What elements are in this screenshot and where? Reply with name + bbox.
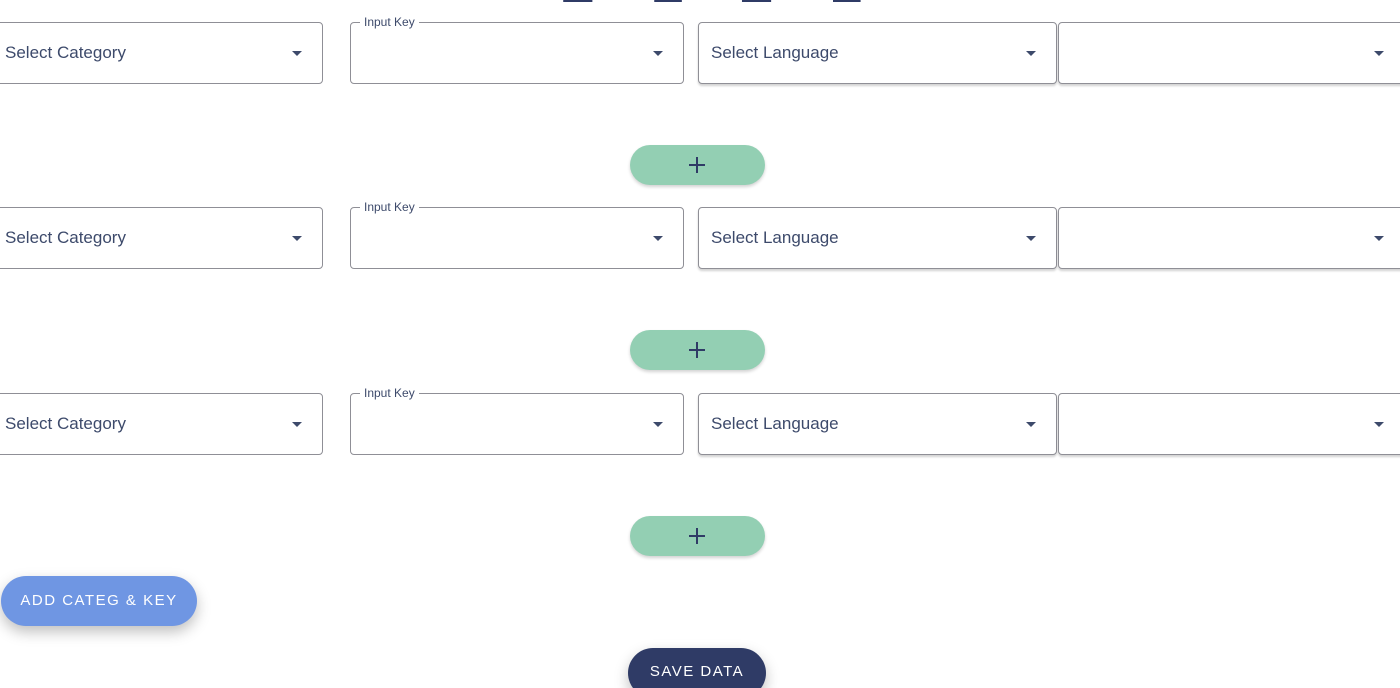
input-key-select[interactable]: Input Key <box>350 15 684 84</box>
add-row-button[interactable] <box>630 516 765 556</box>
input-key-select[interactable]: Input Key <box>350 386 684 455</box>
language-select-value: Select Language <box>711 43 839 62</box>
category-select[interactable]: Select Category <box>0 393 323 455</box>
language-select-value: Select Language <box>711 228 839 247</box>
chevron-down-icon <box>1026 422 1036 427</box>
translation-select[interactable] <box>1058 22 1400 84</box>
page-title: 2 1 2 1 <box>560 0 864 12</box>
language-select[interactable]: Select Language <box>698 207 1057 269</box>
language-select[interactable]: Select Language <box>698 22 1057 84</box>
translation-select[interactable] <box>1058 393 1400 455</box>
form-row: Select Category Input Key Select Languag… <box>0 200 1400 271</box>
category-select-value: Select Category <box>5 414 126 433</box>
plus-icon <box>689 157 705 173</box>
language-select[interactable]: Select Language <box>698 393 1057 455</box>
chevron-down-icon <box>1374 236 1384 241</box>
chevron-down-icon <box>1374 51 1384 56</box>
form-row: Select Category Input Key Select Languag… <box>0 15 1400 86</box>
chevron-down-icon <box>653 422 663 427</box>
chevron-down-icon <box>1026 236 1036 241</box>
input-key-label: Input Key <box>360 200 419 214</box>
chevron-down-icon <box>292 51 302 56</box>
category-select[interactable]: Select Category <box>0 207 323 269</box>
save-data-button[interactable]: SAVE DATA <box>628 648 766 688</box>
category-select-value: Select Category <box>5 43 126 62</box>
chevron-down-icon <box>292 422 302 427</box>
chevron-down-icon <box>1026 51 1036 56</box>
add-row-button[interactable] <box>630 330 765 370</box>
plus-icon <box>689 528 705 544</box>
page: 2 1 2 1 Select Category Input Key Select… <box>0 0 1400 688</box>
chevron-down-icon <box>1374 422 1384 427</box>
category-select-value: Select Category <box>5 228 126 247</box>
category-select[interactable]: Select Category <box>0 22 323 84</box>
chevron-down-icon <box>653 51 663 56</box>
input-key-label: Input Key <box>360 386 419 400</box>
chevron-down-icon <box>653 236 663 241</box>
translation-select[interactable] <box>1058 207 1400 269</box>
input-key-select[interactable]: Input Key <box>350 200 684 269</box>
input-key-label: Input Key <box>360 15 419 29</box>
language-select-value: Select Language <box>711 414 839 433</box>
add-category-key-button[interactable]: ADD CATEG & KEY <box>1 576 197 626</box>
add-row-button[interactable] <box>630 145 765 185</box>
form-row: Select Category Input Key Select Languag… <box>0 386 1400 457</box>
chevron-down-icon <box>292 236 302 241</box>
plus-icon <box>689 342 705 358</box>
